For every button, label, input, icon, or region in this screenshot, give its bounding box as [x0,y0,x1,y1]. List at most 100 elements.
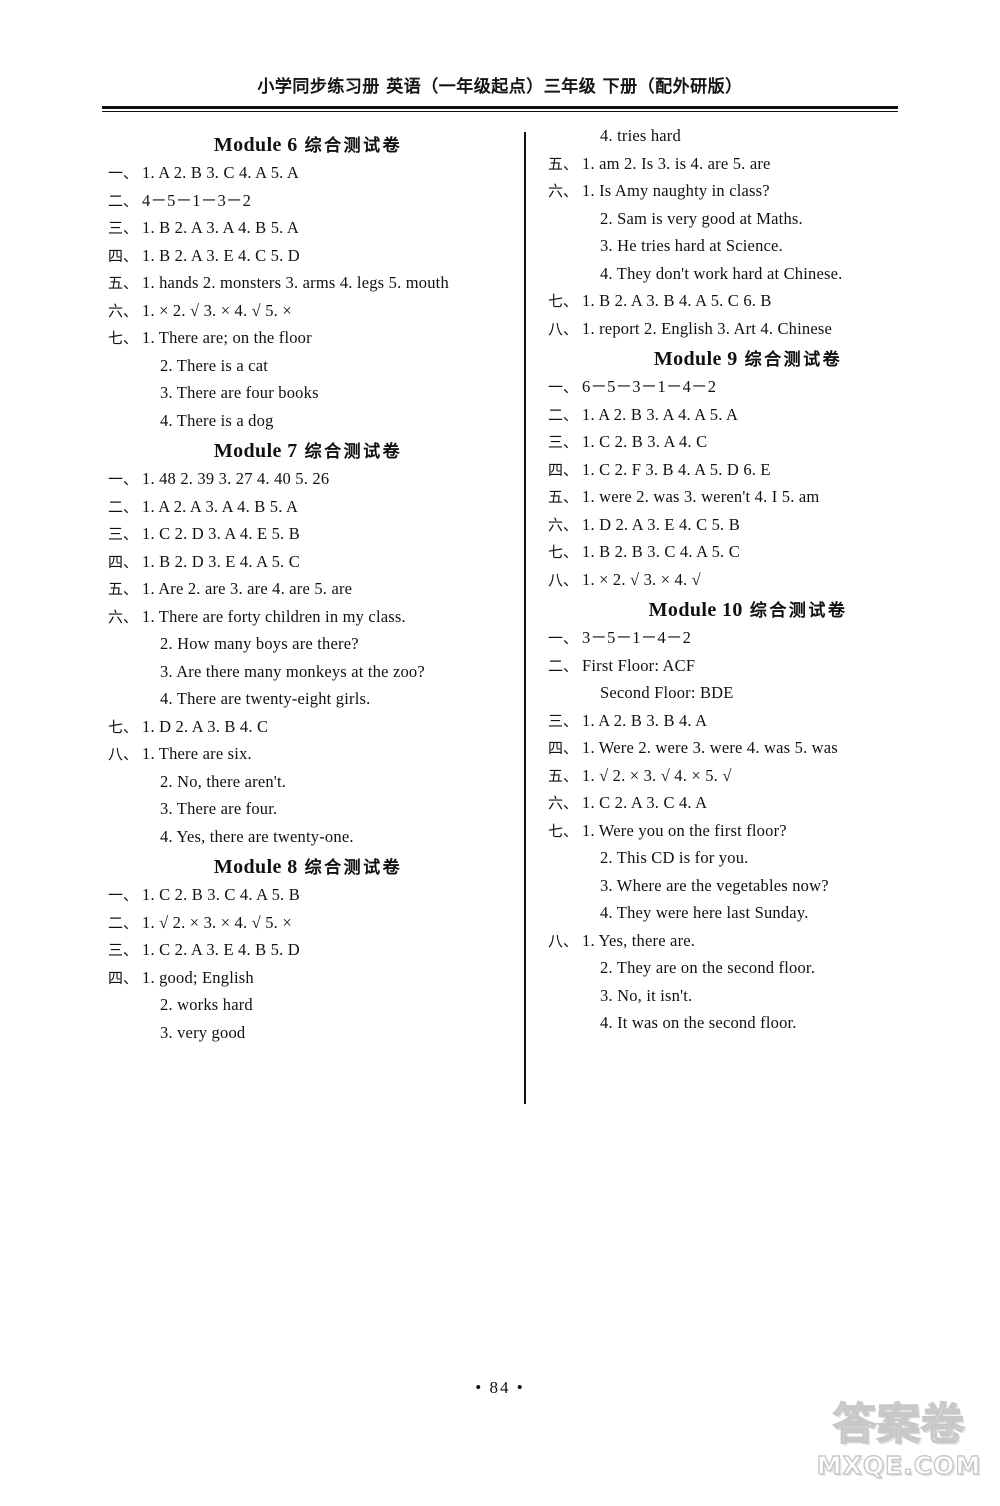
answer-line-content: 4. They don't work hard at Chinese. [600,263,843,283]
answer-line-marker: 一、 [548,629,579,647]
answer-line-marker: 六、 [548,182,579,200]
module-title-en: Module 10 [648,599,743,621]
answer-line: 七、 1. Were you on the first floor? [548,821,948,840]
answer-line: 七、 1. B 2. B 3. C 4. A 5. C [548,543,948,561]
answer-line: 一、 3－5－1－4－2 [548,628,948,647]
answer-line: 六、 1. C 2. A 3. C 4. A [548,794,948,812]
answer-line-content: 1. 48 2. 39 3. 27 4. 40 5. 26 [142,469,330,488]
answer-line-marker: 三、 [548,433,579,451]
answer-line-marker: 八、 [108,745,139,763]
answer-line: 三、 1. A 2. B 3. B 4. A [548,712,948,730]
answer-line: 一、 6－5－3－1－4－2 [548,378,948,396]
answer-line-content: 1. C 2. D 3. A 4. E 5. B [142,524,300,543]
answer-line-content: 2. This CD is for you. [600,848,749,867]
answer-line: 一、 1. A 2. B 3. C 4. A 5. A [108,163,508,182]
answer-line: 2. There is a cat [108,357,508,375]
answer-line-marker: 六、 [548,794,579,812]
answer-key-body: Module 6 综合测试卷 一、 1. A 2. B 3. C 4. A 5. A二… [0,126,1000,1118]
answer-line: 五、 1. hands 2. monsters 3. arms 4. legs 5… [108,274,508,292]
answer-line: 六、 1. D 2. A 3. E 4. C 5. B [548,514,948,534]
module-title-en: Module 6 [213,134,298,156]
answer-line: 六、 1. Is Amy naughty in class? [548,181,948,200]
answer-line: 六、 1. There are forty children in my clas… [108,606,508,626]
answer-line-content: 4. It was on the second floor. [600,1013,797,1032]
answer-line-content: 1. There are forty children in my class. [142,606,406,626]
answer-line-content: 1. √ 2. × 3. √ 4. × 5. √ [582,765,732,785]
answer-line: 2. Sam is very good at Maths. [548,210,948,228]
answer-line: 七、 1. D 2. A 3. B 4. C [108,716,508,736]
answer-line: 五、 1. √ 2. × 3. √ 4. × 5. √ [548,765,948,785]
answer-line: 2. They are on the second floor. [548,959,948,977]
answer-line-content: 3. There are four. [160,799,278,818]
answer-line-marker: 四、 [548,739,579,757]
answer-line-content: 3. No, it isn't. [600,985,693,1005]
answer-line: 二、 1. A 2. B 3. A 4. A 5. A [548,404,948,424]
answer-line-content: 1. D 2. A 3. E 4. C 5. B [582,514,740,534]
answer-line-marker: 八、 [548,931,579,950]
answer-line: 七、 1. B 2. A 3. B 4. A 5. C 6. B [548,292,948,310]
header-rule-thin [102,111,898,112]
answer-line-content: 1. A 2. B 3. C 4. A 5. A [142,163,300,182]
answer-line-content: 1. D 2. A 3. B 4. C [142,716,269,736]
answer-line-content: 1. There are six. [142,744,252,763]
answer-line-marker: 三、 [108,941,139,959]
answer-line: 五、 1. Are 2. are 3. are 4. are 5. are [108,579,508,598]
answer-line: 二、 1. A 2. A 3. A 4. B 5. A [108,498,508,516]
answer-line-marker: 四、 [108,552,139,571]
answer-line: 二、 1. √ 2. × 3. × 4. √ 5. × [108,914,508,932]
answer-line: 3. He tries hard at Science. [548,236,948,255]
answer-line: 4. Yes, there are twenty-one. [108,828,508,846]
answer-line: 2. How many boys are there? [108,635,508,653]
answer-line: 2. works hard [108,996,508,1014]
answer-line: Second Floor: BDE [548,684,948,702]
answer-line-marker: 三、 [108,219,139,237]
answer-line-marker: 四、 [108,968,139,987]
answer-line-content: 1. Are 2. are 3. are 4. are 5. are [142,579,353,598]
answer-line-content: 2. No, there aren't. [160,771,287,791]
answer-line-content: 1. C 2. B 3. A 4. C [582,432,708,451]
watermark-chinese: 答案卷 [832,1400,965,1450]
answer-line-content: 1. A 2. B 3. A 4. A 5. A [582,404,739,424]
module-title: Module 6 综合测试卷 [108,134,508,156]
answer-line: 七、 1. There are; on the floor [108,329,508,347]
answer-line-content: 4－5－1－3－2 [142,190,252,210]
answer-line: 3. No, it isn't. [548,985,948,1005]
answer-line-marker: 二、 [548,656,579,675]
module-title: Module 10 综合测试卷 [548,599,948,621]
answer-line-content: 3. He tries hard at Science. [600,236,783,255]
answer-line: 三、 1. C 2. D 3. A 4. E 5. B [108,524,508,543]
answer-line-content: 1. Were 2. were 3. were 4. was 5. was [582,738,838,757]
answer-line-marker: 五、 [548,154,579,173]
answer-line-marker: 七、 [548,821,579,840]
answer-line: 4. It was on the second floor. [548,1013,948,1032]
left-column: Module 6 综合测试卷一、 1. A 2. B 3. C 4. A 5. A 二… [108,128,508,1052]
answer-line-content: 1. × 2. √ 3. × 4. √ [582,569,701,589]
answer-line-content: 1. C 2. A 3. E 4. B 5. D [142,940,300,959]
answer-line-marker: 七、 [108,717,139,736]
answer-line: 八、 1. × 2. √ 3. × 4. √ [548,569,948,589]
page-number: • 84 • [475,1378,525,1397]
page-header: 小学同步练习册 英语（一年级起点）三年级 下册（配外研版） [0,72,1000,97]
answer-line-content: 3－5－1－4－2 [582,628,692,647]
answer-line: 4. There are twenty-eight girls. [108,690,508,708]
answer-line-content: 4. tries hard [600,126,681,145]
answer-line-content: 1. × 2. √ 3. × 4. √ 5. × [142,300,292,320]
answer-line: 五、 1. were 2. was 3. weren't 4. I 5. am [548,488,948,506]
answer-line: 3. There are four. [108,799,508,818]
answer-line: 四、 1. good; English [108,968,508,987]
answer-line-content: First Floor: ACF [582,655,696,675]
module-title-cn: 综合测试卷 [304,136,403,156]
answer-line-content: 1. B 2. A 3. A 4. B 5. A [142,218,300,237]
answer-line: 4. tries hard [548,126,948,145]
answer-line-marker: 四、 [548,460,579,479]
answer-line: 四、 1. C 2. F 3. B 4. A 5. D 6. E [548,460,948,479]
answer-line-content: 4. There is a dog [160,410,274,430]
module-title: Module 8 综合测试卷 [108,856,508,878]
answer-line: 八、 1. Yes, there are. [548,931,948,950]
answer-line-content: 1. Is Amy naughty in class? [582,181,770,200]
answer-line: 2. This CD is for you. [548,848,948,867]
module-title: Module 9 综合测试卷 [548,348,948,370]
answer-line-marker: 七、 [548,543,579,561]
answer-line-marker: 六、 [548,515,579,534]
answer-line: 三、 1. C 2. A 3. E 4. B 5. D [108,940,508,959]
